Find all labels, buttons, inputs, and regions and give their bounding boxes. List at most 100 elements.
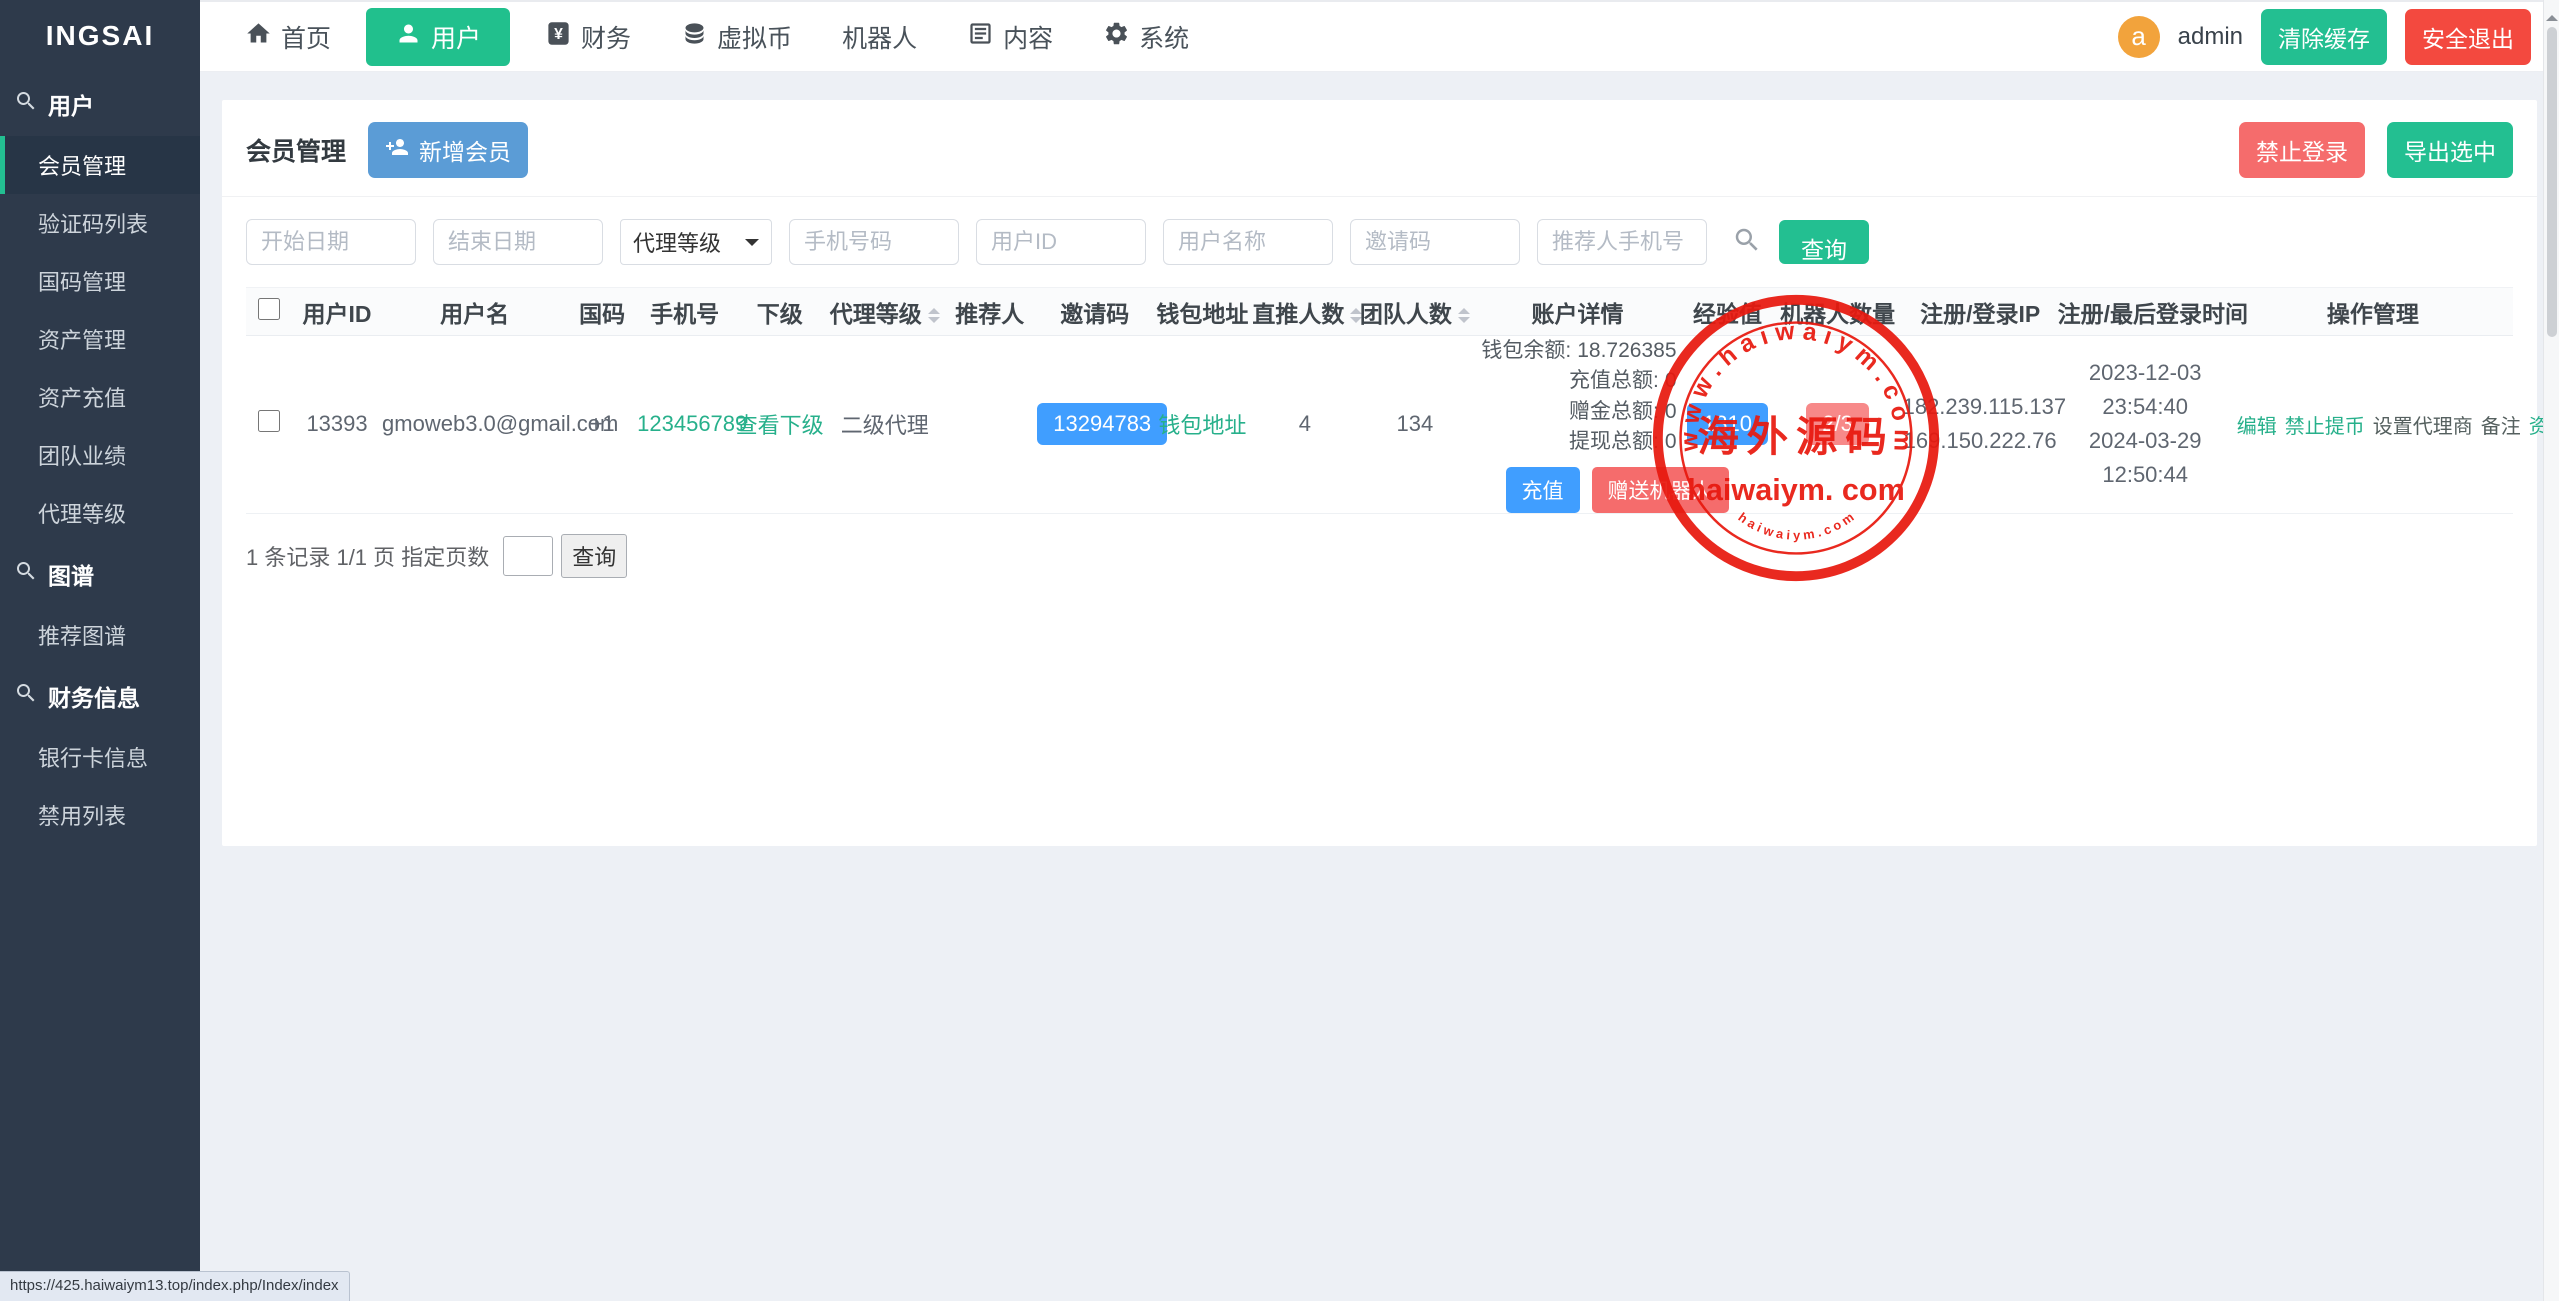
nav-item-home[interactable]: 首页 [220,1,356,73]
invite-code-input[interactable] [1350,219,1520,265]
col-team-count[interactable]: 团队人数 [1357,288,1472,336]
sidebar-item-bank-card-info[interactable]: 银行卡信息 [0,728,200,786]
remark-link[interactable]: 备注 [2481,416,2521,438]
sidebar: INGSAI 用户 会员管理 验证码列表 国码管理 资产管理 资产充值 团队业绩… [0,0,200,1301]
phone-input[interactable] [789,219,959,265]
nav-item-finance[interactable]: ¥ 财务 [520,1,656,73]
content-icon [967,20,994,54]
col-agent-level[interactable]: 代理等级 [827,288,942,336]
col-robot-count: 机器人数量 [1773,288,1903,336]
view-subordinates-link[interactable]: 查看下级 [736,413,824,438]
row-checkbox[interactable] [258,410,280,432]
username-input[interactable] [1163,219,1333,265]
col-username: 用户名 [382,288,567,336]
register-time: 2023-12-03 23:54:40 [2058,356,2233,424]
main-content: 会员管理 新增会员 禁止登录 导出选中 代理等级 查询 [200,72,2559,1301]
account-details: 钱包余额:18.726385 充值总额:0 赠金总额:0 提现总额:0 充值 赠… [1472,336,1682,513]
chevron-down-icon [745,239,759,253]
cell-referrer [942,336,1037,514]
user-icon [395,20,422,54]
sidebar-item-disabled-list[interactable]: 禁用列表 [0,786,200,844]
sidebar-section-graph[interactable]: 图谱 [0,542,200,606]
col-referrer: 推荐人 [942,288,1037,336]
nav-item-users[interactable]: 用户 [366,8,510,66]
search-button[interactable]: 查询 [1779,220,1869,264]
sidebar-section-users[interactable]: 用户 [0,72,200,136]
members-table: 用户ID 用户名 国码 手机号 下级 代理等级 推荐人 邀请码 钱包地址 直推人… [246,287,2513,514]
svg-text:¥: ¥ [554,26,563,43]
sidebar-item-referral-graph[interactable]: 推荐图谱 [0,606,200,664]
col-user-id: 用户ID [292,288,382,336]
wallet-balance-value: 18.726385 [1577,339,1676,362]
col-direct-count[interactable]: 直推人数 [1252,288,1357,336]
invite-code-badge: 13294783 [1037,403,1167,445]
col-phone: 手机号 [637,288,732,336]
home-icon [245,20,272,54]
sidebar-item-country-code[interactable]: 国码管理 [0,252,200,310]
cell-username: gmoweb3.0@gmail.com [382,336,567,514]
sidebar-item-team-performance[interactable]: 团队业绩 [0,426,200,484]
col-experience: 经验值 [1683,288,1773,336]
gift-robot-button[interactable]: 赠送机器人 [1592,467,1729,513]
referrer-phone-input[interactable] [1537,219,1707,265]
forbid-withdraw-link[interactable]: 禁止提币 [2285,416,2365,438]
page-go-button[interactable]: 查询 [561,534,627,578]
cell-phone: 123456789 [637,336,732,514]
user-plus-icon [385,135,409,165]
gear-icon [1103,20,1130,54]
sidebar-section-label: 用户 [48,87,94,121]
login-ip: 169.150.222.76 [1903,424,2058,458]
sort-caret-icon[interactable] [1458,308,1470,323]
app-logo: INGSAI [0,0,200,72]
sidebar-section-finance-info[interactable]: 财务信息 [0,664,200,728]
col-register-time: 注册/最后登录时间 [2058,288,2233,336]
nav-item-system[interactable]: 系统 [1078,1,1214,73]
last-login-time: 2024-03-29 12:50:44 [2058,424,2233,492]
sidebar-item-captcha-list[interactable]: 验证码列表 [0,194,200,252]
recharge-button[interactable]: 充值 [1506,467,1580,513]
start-date-input[interactable] [246,219,416,265]
sidebar-item-asset-management[interactable]: 资产管理 [0,310,200,368]
table-row: 13393 gmoweb3.0@gmail.com +1 123456789 查… [246,336,2513,514]
user-id-input[interactable] [976,219,1146,265]
magnifier-icon [14,89,38,119]
select-all-checkbox[interactable] [258,298,280,320]
experience-badge: 1310 [1687,403,1768,445]
sidebar-item-asset-recharge[interactable]: 资产充值 [0,368,200,426]
status-bar-url: https://425.haiwaiym13.top/index.php/Ind… [0,1271,350,1301]
clear-cache-button[interactable]: 清除缓存 [2261,9,2387,65]
page-number-input[interactable] [503,536,553,576]
edit-link[interactable]: 编辑 [2237,416,2277,438]
card-toolbar: 会员管理 新增会员 禁止登录 导出选中 [222,100,2537,197]
export-selected-button[interactable]: 导出选中 [2387,122,2513,178]
sidebar-item-member-management[interactable]: 会员管理 [0,136,200,194]
scrollbar-thumb[interactable] [2547,27,2557,337]
sidebar-item-agent-level[interactable]: 代理等级 [0,484,200,542]
scrollbar[interactable] [2543,0,2559,1301]
admin-username: admin [2178,23,2243,51]
scroll-up-arrow-icon[interactable] [2546,9,2558,21]
set-agent-link[interactable]: 设置代理商 [2373,416,2473,438]
nav-item-crypto[interactable]: 虚拟币 [656,1,817,73]
sort-caret-icon[interactable] [928,308,940,323]
cell-ips: 182.239.115.137 169.150.222.76 [1903,336,2058,514]
end-date-input[interactable] [433,219,603,265]
add-member-button[interactable]: 新增会员 [368,122,528,178]
magnifier-icon [14,681,38,711]
pagination: 1 条记录 1/1 页 指定页数 查询 [246,534,2513,578]
cell-times: 2023-12-03 23:54:40 2024-03-29 12:50:44 [2058,336,2233,514]
agent-level-select[interactable]: 代理等级 [620,219,772,265]
logout-button[interactable]: 安全退出 [2405,9,2531,65]
col-wallet-address: 钱包地址 [1152,288,1252,336]
cell-operations: 编辑禁止提币设置代理商备注资金明细删除 [2233,336,2513,514]
cell-team-count: 134 [1357,336,1472,514]
wallet-address-link[interactable]: 钱包地址 [1158,413,1246,438]
magnifier-icon [14,559,38,589]
col-invite-code: 邀请码 [1037,288,1152,336]
forbid-login-button[interactable]: 禁止登录 [2239,122,2365,178]
col-account-details: 账户详情 [1472,288,1682,336]
cell-direct-count: 4 [1252,336,1357,514]
nav-item-content[interactable]: 内容 [942,1,1078,73]
nav-item-robot[interactable]: 机器人 [817,1,942,73]
member-management-card: 会员管理 新增会员 禁止登录 导出选中 代理等级 查询 [222,100,2537,846]
